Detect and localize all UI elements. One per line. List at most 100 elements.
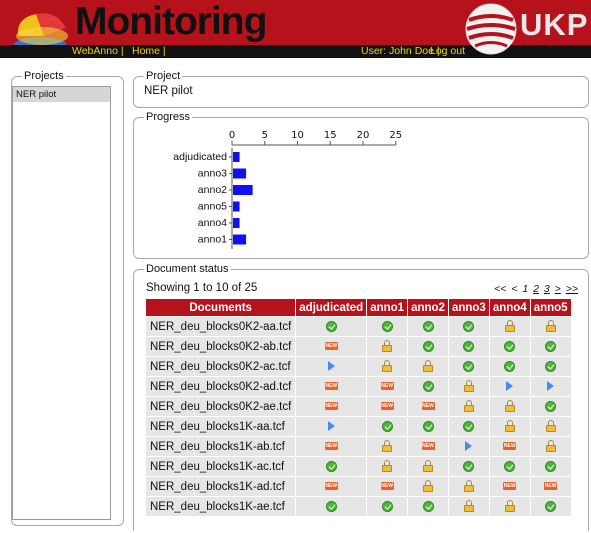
status-cell[interactable]: NEW: [489, 477, 530, 496]
status-cell[interactable]: NEW: [530, 477, 571, 496]
status-cell[interactable]: [296, 497, 367, 516]
play-arrow-icon[interactable]: [327, 421, 335, 432]
new-badge-icon[interactable]: NEW: [380, 482, 394, 491]
status-cell[interactable]: [367, 417, 408, 436]
document-name-cell[interactable]: NER_deu_blocks1K-ab.tcf: [146, 437, 296, 456]
lock-icon[interactable]: [504, 320, 515, 333]
check-circle-icon[interactable]: [504, 360, 516, 372]
status-cell[interactable]: NEW: [296, 477, 367, 496]
status-cell[interactable]: [448, 437, 489, 456]
status-cell[interactable]: [489, 397, 530, 416]
document-name-cell[interactable]: NER_deu_blocks0K2-ae.tcf: [146, 397, 296, 416]
status-cell[interactable]: NEW: [367, 377, 408, 396]
check-circle-icon[interactable]: [463, 320, 475, 332]
status-cell[interactable]: [367, 437, 408, 456]
check-circle-icon[interactable]: [422, 500, 434, 512]
play-arrow-icon[interactable]: [327, 361, 335, 372]
lock-icon[interactable]: [423, 480, 433, 493]
status-cell[interactable]: [408, 317, 448, 336]
status-cell[interactable]: [367, 497, 408, 516]
status-cell[interactable]: [296, 457, 367, 476]
status-cell[interactable]: [448, 397, 489, 416]
new-badge-icon[interactable]: NEW: [503, 442, 517, 451]
status-cell[interactable]: [408, 417, 448, 436]
status-cell[interactable]: NEW: [296, 337, 367, 356]
pager-page-2[interactable]: 2: [533, 283, 539, 295]
document-name-cell[interactable]: NER_deu_blocks0K2-aa.tcf: [146, 317, 296, 336]
check-circle-icon[interactable]: [381, 420, 393, 432]
lock-icon[interactable]: [423, 360, 433, 373]
nav-link-home[interactable]: Home |: [132, 45, 166, 58]
status-cell[interactable]: [489, 457, 530, 476]
pager-last[interactable]: >>: [566, 283, 578, 295]
lock-icon[interactable]: [463, 380, 474, 393]
status-cell[interactable]: [448, 357, 489, 376]
check-circle-icon[interactable]: [325, 320, 337, 332]
new-badge-icon[interactable]: NEW: [324, 482, 338, 491]
status-cell[interactable]: [489, 417, 530, 436]
status-cell[interactable]: [530, 337, 571, 356]
status-cell[interactable]: [530, 417, 571, 436]
status-cell[interactable]: [489, 497, 530, 516]
status-cell[interactable]: [448, 497, 489, 516]
check-circle-icon[interactable]: [422, 420, 434, 432]
new-badge-icon[interactable]: NEW: [324, 342, 338, 351]
status-cell[interactable]: [489, 317, 530, 336]
check-circle-icon[interactable]: [325, 460, 337, 472]
status-cell[interactable]: [448, 337, 489, 356]
lock-icon[interactable]: [504, 500, 515, 513]
check-circle-icon[interactable]: [463, 340, 475, 352]
status-cell[interactable]: [530, 357, 571, 376]
new-badge-icon[interactable]: NEW: [421, 402, 435, 411]
status-cell[interactable]: [296, 357, 367, 376]
status-cell[interactable]: [296, 317, 367, 336]
lock-icon[interactable]: [504, 400, 515, 413]
check-circle-icon[interactable]: [545, 460, 557, 472]
check-circle-icon[interactable]: [545, 340, 557, 352]
check-circle-icon[interactable]: [545, 360, 557, 372]
status-cell[interactable]: [448, 417, 489, 436]
status-cell[interactable]: NEW: [296, 397, 367, 416]
new-badge-icon[interactable]: NEW: [380, 382, 394, 391]
new-badge-icon[interactable]: NEW: [324, 402, 338, 411]
logout-link[interactable]: Log out: [430, 45, 465, 58]
lock-icon[interactable]: [545, 420, 556, 433]
status-cell[interactable]: [448, 317, 489, 336]
status-cell[interactable]: [408, 497, 448, 516]
status-cell[interactable]: [408, 377, 448, 396]
check-circle-icon[interactable]: [381, 500, 393, 512]
status-cell[interactable]: NEW: [408, 437, 448, 456]
check-circle-icon[interactable]: [545, 400, 557, 412]
check-circle-icon[interactable]: [504, 340, 516, 352]
status-cell[interactable]: [489, 377, 530, 396]
new-badge-icon[interactable]: NEW: [421, 442, 435, 451]
status-cell[interactable]: [448, 377, 489, 396]
lock-icon[interactable]: [382, 360, 393, 373]
check-circle-icon[interactable]: [504, 460, 516, 472]
status-cell[interactable]: NEW: [296, 377, 367, 396]
new-badge-icon[interactable]: NEW: [380, 402, 394, 411]
check-circle-icon[interactable]: [463, 360, 475, 372]
lock-icon[interactable]: [463, 500, 474, 513]
pager-prev[interactable]: <: [511, 283, 517, 295]
status-cell[interactable]: [367, 317, 408, 336]
status-cell[interactable]: [489, 337, 530, 356]
project-item-ner-pilot[interactable]: NER pilot: [13, 87, 110, 102]
status-cell[interactable]: NEW: [367, 397, 408, 416]
lock-icon[interactable]: [423, 460, 433, 473]
document-name-cell[interactable]: NER_deu_blocks1K-ae.tcf: [146, 497, 296, 516]
check-circle-icon[interactable]: [325, 500, 337, 512]
lock-icon[interactable]: [504, 420, 515, 433]
lock-icon[interactable]: [463, 480, 474, 493]
check-circle-icon[interactable]: [463, 460, 475, 472]
pager-first[interactable]: <<: [494, 283, 506, 295]
pager-next[interactable]: >: [555, 283, 561, 295]
status-cell[interactable]: [530, 457, 571, 476]
status-cell[interactable]: [408, 357, 448, 376]
lock-icon[interactable]: [545, 440, 556, 453]
document-name-cell[interactable]: NER_deu_blocks1K-ad.tcf: [146, 477, 296, 496]
status-cell[interactable]: [367, 357, 408, 376]
check-circle-icon[interactable]: [422, 320, 434, 332]
lock-icon[interactable]: [382, 340, 393, 353]
status-cell[interactable]: [530, 437, 571, 456]
